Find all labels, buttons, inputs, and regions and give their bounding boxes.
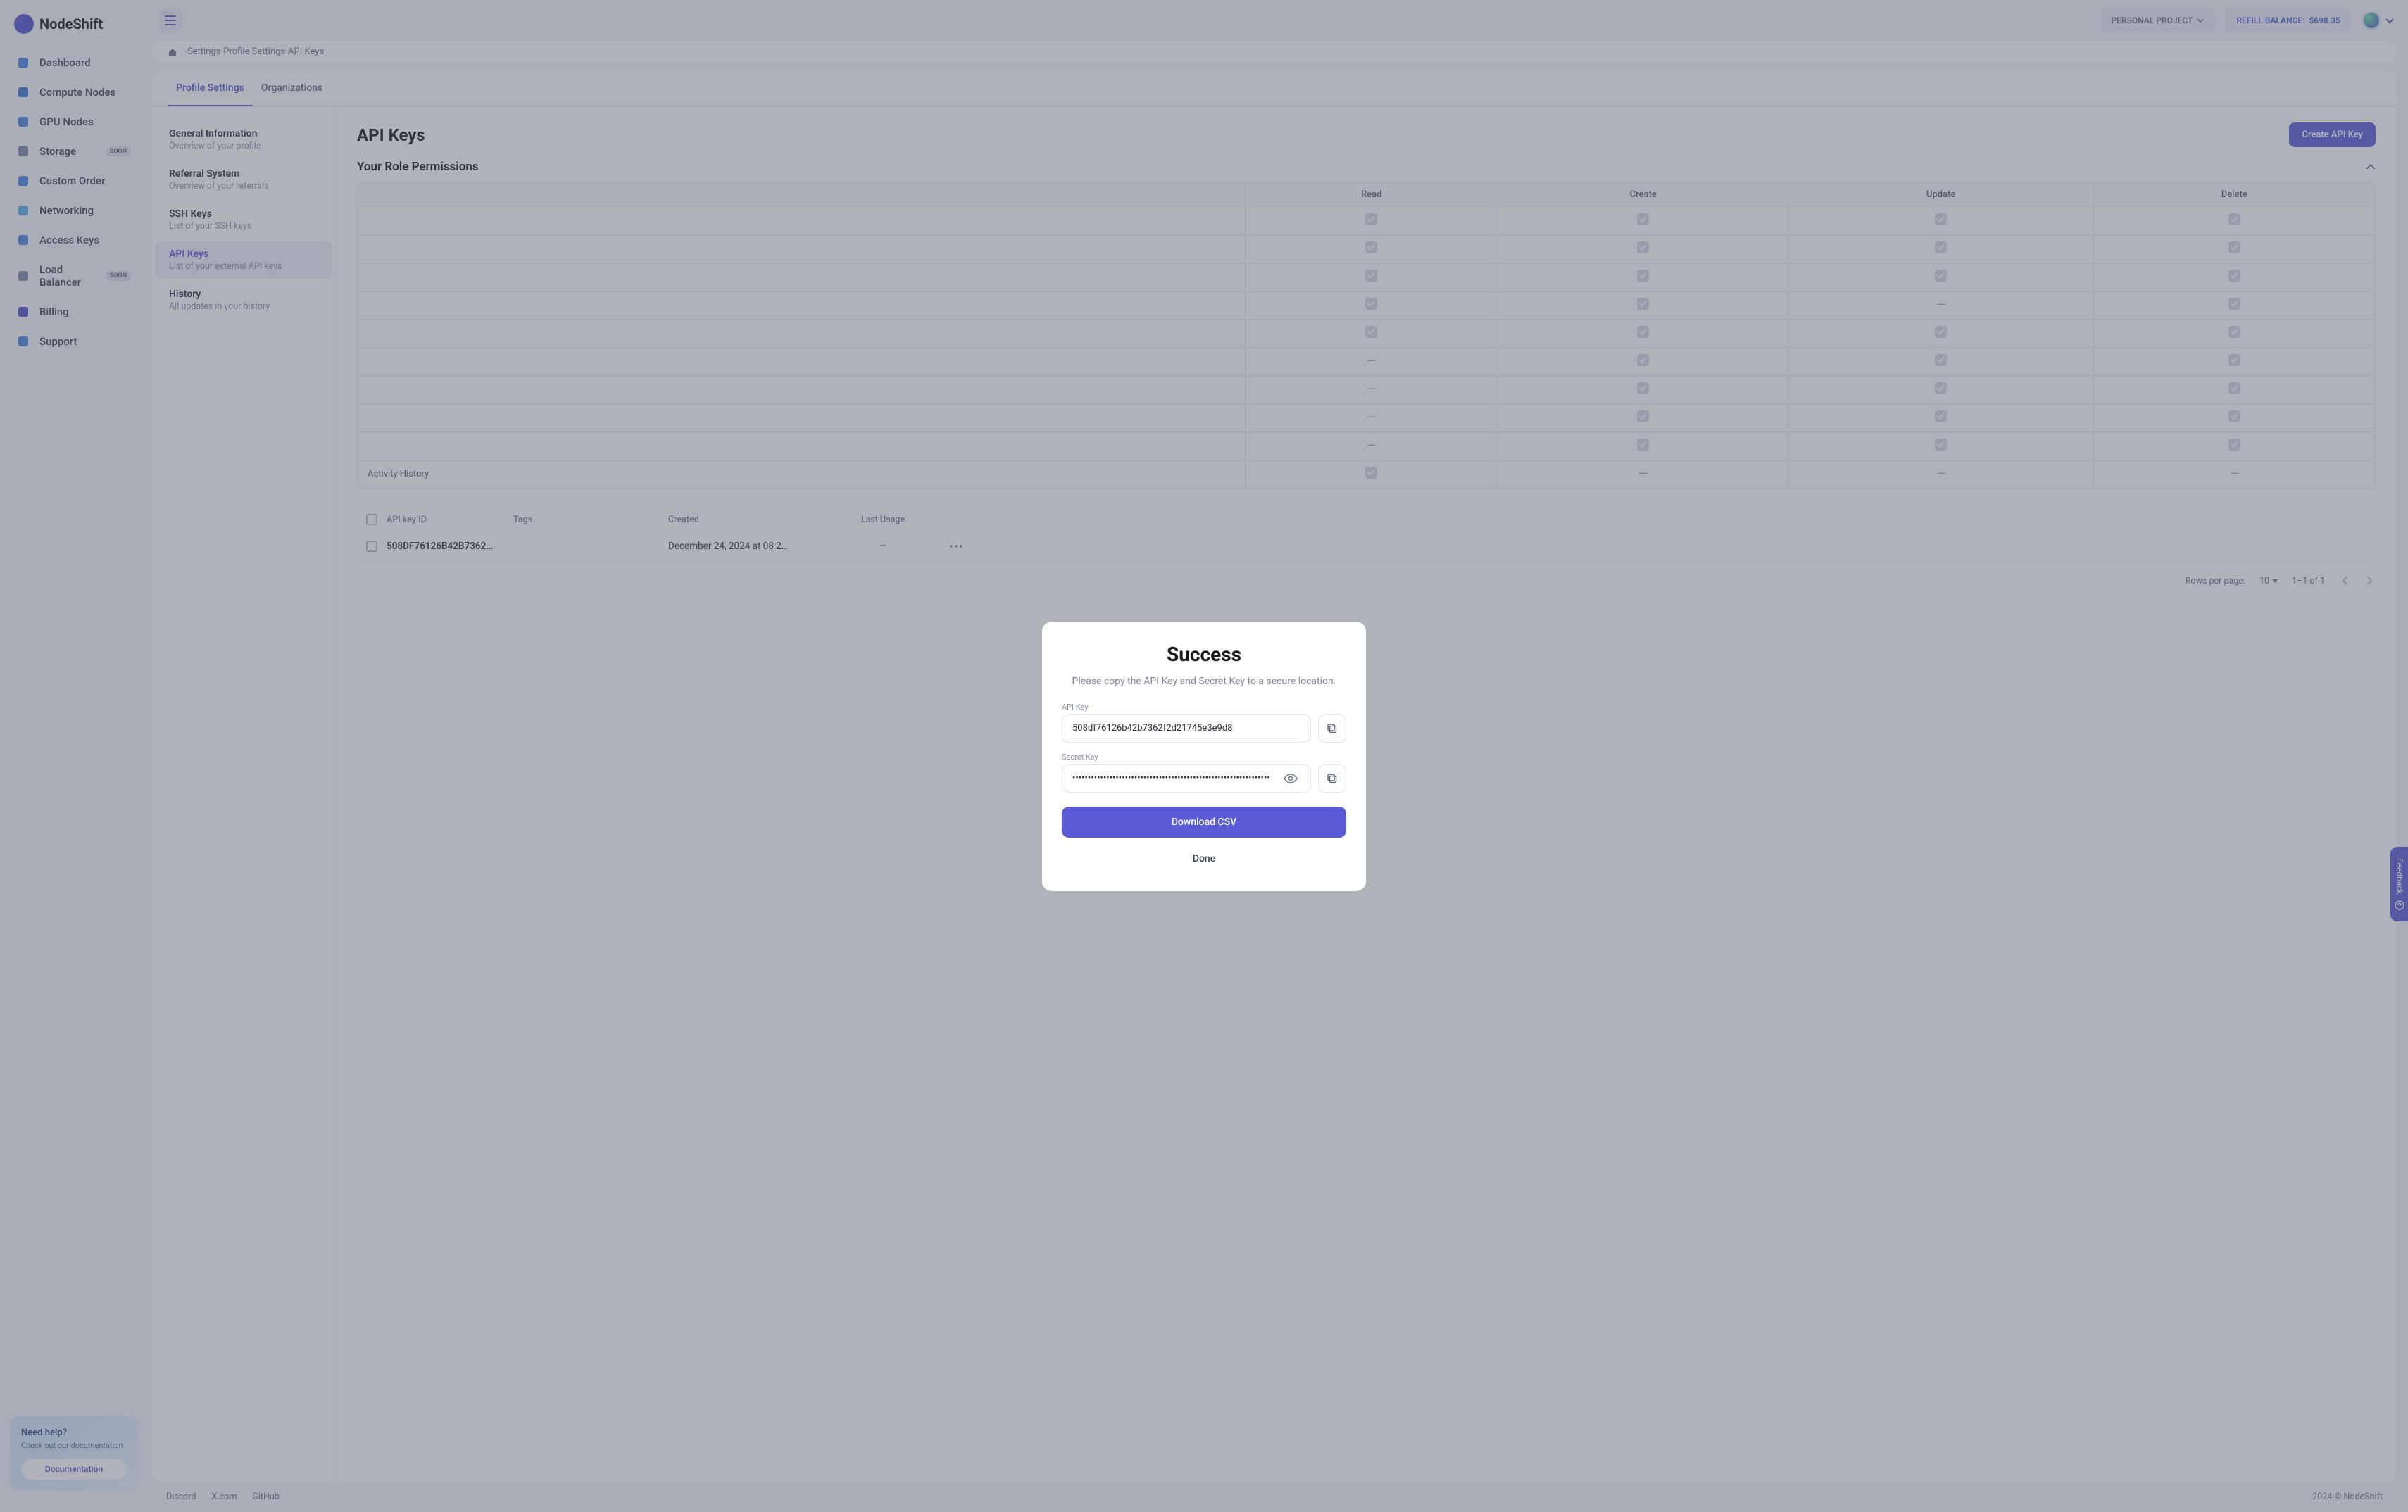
modal-title: Success (1062, 643, 1346, 666)
modal-subtitle: Please copy the API Key and Secret Key t… (1062, 676, 1346, 687)
download-csv-button[interactable]: Download CSV (1062, 807, 1346, 838)
copy-icon (1327, 773, 1338, 784)
eye-icon (1284, 774, 1298, 783)
copy-secret-button[interactable] (1318, 764, 1346, 793)
api-key-label: API Key (1062, 703, 1346, 712)
copy-icon (1327, 723, 1338, 734)
success-modal: Success Please copy the API Key and Secr… (1042, 622, 1366, 891)
done-button[interactable]: Done (1062, 845, 1346, 873)
secret-key-label: Secret Key (1062, 752, 1346, 762)
api-key-input[interactable] (1072, 723, 1300, 733)
reveal-secret-button[interactable] (1281, 774, 1300, 783)
api-key-field[interactable] (1062, 714, 1311, 743)
secret-key-input[interactable] (1072, 773, 1281, 783)
secret-key-field[interactable] (1062, 764, 1311, 793)
modal-overlay: Success Please copy the API Key and Secr… (0, 0, 2408, 1512)
copy-api-key-button[interactable] (1318, 714, 1346, 743)
